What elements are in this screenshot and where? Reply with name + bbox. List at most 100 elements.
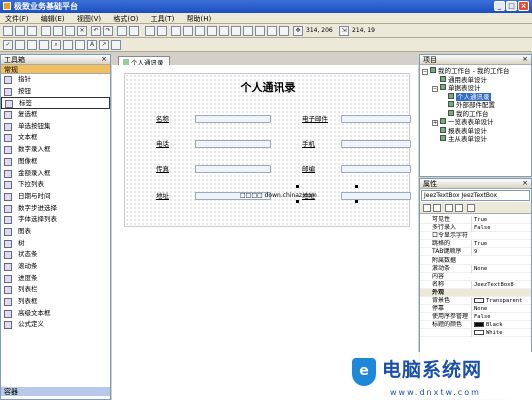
pages-icon[interactable] [467, 204, 475, 212]
size-icon[interactable] [231, 26, 241, 36]
toolbox-item[interactable]: 标签 [1, 97, 110, 110]
tab-order-icon[interactable] [183, 26, 193, 36]
close-icon[interactable]: × [101, 55, 107, 63]
property-row[interactable]: 附属数据 [420, 257, 531, 265]
group-icon[interactable] [279, 26, 289, 36]
categorized-icon[interactable] [423, 204, 431, 212]
new-icon[interactable] [3, 26, 13, 36]
pin-icon[interactable] [111, 40, 121, 50]
toolbox-item[interactable]: 单选按钮集 [1, 121, 110, 133]
fax-field[interactable] [195, 165, 271, 173]
tree-node-workspace[interactable]: 我的工作台 [448, 109, 489, 118]
minimize-button[interactable]: _ [494, 1, 505, 11]
property-row[interactable]: 内容 [420, 273, 531, 281]
send-back-icon[interactable] [219, 26, 229, 36]
toolbox-item[interactable]: 滚动条 [1, 261, 110, 273]
tree-node-external[interactable]: 外部部件配置 [448, 101, 495, 109]
tree-icon[interactable] [75, 40, 85, 50]
zip-field[interactable] [341, 165, 411, 173]
align-left-icon[interactable] [117, 26, 127, 36]
toolbox-category-container[interactable]: 容器 [1, 387, 110, 396]
resize-handle[interactable] [355, 200, 358, 203]
copy-icon[interactable] [53, 26, 63, 36]
tab-contacts[interactable]: 个人通讯录 [118, 56, 170, 67]
property-row[interactable]: White [420, 329, 531, 338]
lock-icon[interactable] [171, 26, 181, 36]
property-row[interactable]: 停靠 None [420, 305, 531, 314]
properties-icon[interactable] [445, 204, 453, 212]
undo-icon[interactable]: ↶ [91, 26, 101, 36]
align-center-icon[interactable] [129, 26, 139, 36]
toolbox-item[interactable]: 数字步进选择 [1, 203, 110, 215]
property-value[interactable]: False [471, 224, 531, 233]
property-row[interactable]: 名称 JeezTextBox8 [420, 280, 531, 289]
toolbox-item[interactable]: 字体选择列表 [1, 214, 110, 226]
property-value[interactable]: Black [471, 321, 531, 330]
property-group[interactable]: 外观 [420, 288, 531, 297]
toolbox-item[interactable]: 日期与时间 [1, 191, 110, 203]
grid-icon[interactable] [145, 26, 155, 36]
label-fax[interactable]: 传真 [156, 165, 170, 173]
toolbox-item[interactable]: 文本框 [1, 132, 110, 144]
toolbox-category[interactable]: 常规 [1, 65, 110, 74]
toolbox-item[interactable]: 列表框 [1, 296, 110, 308]
property-value[interactable]: False [471, 313, 531, 322]
spacing-icon[interactable] [243, 26, 253, 36]
bring-front-icon[interactable] [207, 26, 217, 36]
toolbox-item[interactable]: 图表 [1, 226, 110, 238]
email-field[interactable] [341, 115, 411, 123]
label-name[interactable]: 名称 [156, 115, 170, 123]
toolbox-item[interactable]: 按钮 [1, 86, 110, 98]
property-value[interactable]: 9 [471, 248, 531, 257]
property-value[interactable]: True [471, 216, 531, 224]
toolbox-item[interactable]: 下拉列表 [1, 179, 110, 191]
flag-icon[interactable] [27, 40, 37, 50]
tree-node-bills[interactable]: − 单据表设计 [432, 84, 481, 92]
resize-handle[interactable] [355, 185, 358, 188]
property-row[interactable]: 跳格的 True [420, 240, 531, 249]
check-icon[interactable]: ✓ [3, 40, 13, 50]
close-icon[interactable]: × [522, 55, 528, 63]
toolbox-item[interactable]: 金额录入框 [1, 168, 110, 180]
property-row[interactable]: TAB键顺序 9 [420, 248, 531, 257]
toolbox-item[interactable]: 状态条 [1, 249, 110, 261]
tree-node-master-detail[interactable]: 主从表单设计 [440, 135, 487, 143]
toolbox-item[interactable]: 指针 [1, 74, 110, 86]
property-value[interactable]: None [471, 264, 531, 273]
open-icon[interactable] [15, 26, 25, 36]
toolbox-item[interactable]: 复选框 [1, 109, 110, 121]
property-value[interactable]: JeezTextBox8 [471, 280, 531, 289]
tree-node-overview[interactable]: + 一览表表单设计 [432, 118, 494, 126]
edit-icon[interactable] [15, 40, 25, 50]
cut-icon[interactable] [41, 26, 51, 36]
property-row[interactable]: 使用序参管理 False [420, 313, 531, 322]
property-row[interactable]: 多行录入 False [420, 224, 531, 233]
collapse-icon[interactable]: − [422, 69, 428, 75]
property-row[interactable]: 滚动条 None [420, 264, 531, 273]
tree-node-general[interactable]: 通用表单设计 [440, 75, 487, 84]
toolbox-item[interactable]: 高级文本框 [1, 308, 110, 320]
label-zip[interactable]: 邮编 [302, 165, 316, 173]
expand-icon[interactable]: + [432, 120, 438, 126]
collapse-icon[interactable]: − [432, 86, 438, 92]
zoom-icon[interactable]: ⌕ [51, 40, 61, 50]
resize-handle[interactable] [296, 200, 299, 203]
property-row[interactable]: 标题的颜色 Black [420, 321, 531, 330]
phone-field[interactable] [195, 140, 271, 148]
maximize-button[interactable]: □ [506, 1, 517, 11]
property-value[interactable]: None [471, 305, 531, 314]
toolbox-item[interactable]: 列表栏 [1, 284, 110, 296]
save-icon[interactable] [27, 26, 37, 36]
toolbox-item[interactable]: 树 [1, 238, 110, 250]
toolbox-item[interactable]: 图像框 [1, 156, 110, 168]
label-phone[interactable]: 电话 [156, 140, 170, 148]
property-row[interactable]: 可见性 True [420, 216, 531, 225]
close-button[interactable]: × [518, 1, 529, 11]
format-icon[interactable] [267, 26, 277, 36]
mobile-field[interactable] [341, 140, 411, 148]
property-row[interactable]: 口令显示字符 [420, 232, 531, 241]
tree-node-root[interactable]: − 我的工作台 - 我的工作台 [422, 67, 509, 75]
label-email[interactable]: 电子邮件 [302, 115, 330, 123]
name-field[interactable] [195, 115, 271, 123]
toolbox-item[interactable]: 进度条 [1, 273, 110, 285]
